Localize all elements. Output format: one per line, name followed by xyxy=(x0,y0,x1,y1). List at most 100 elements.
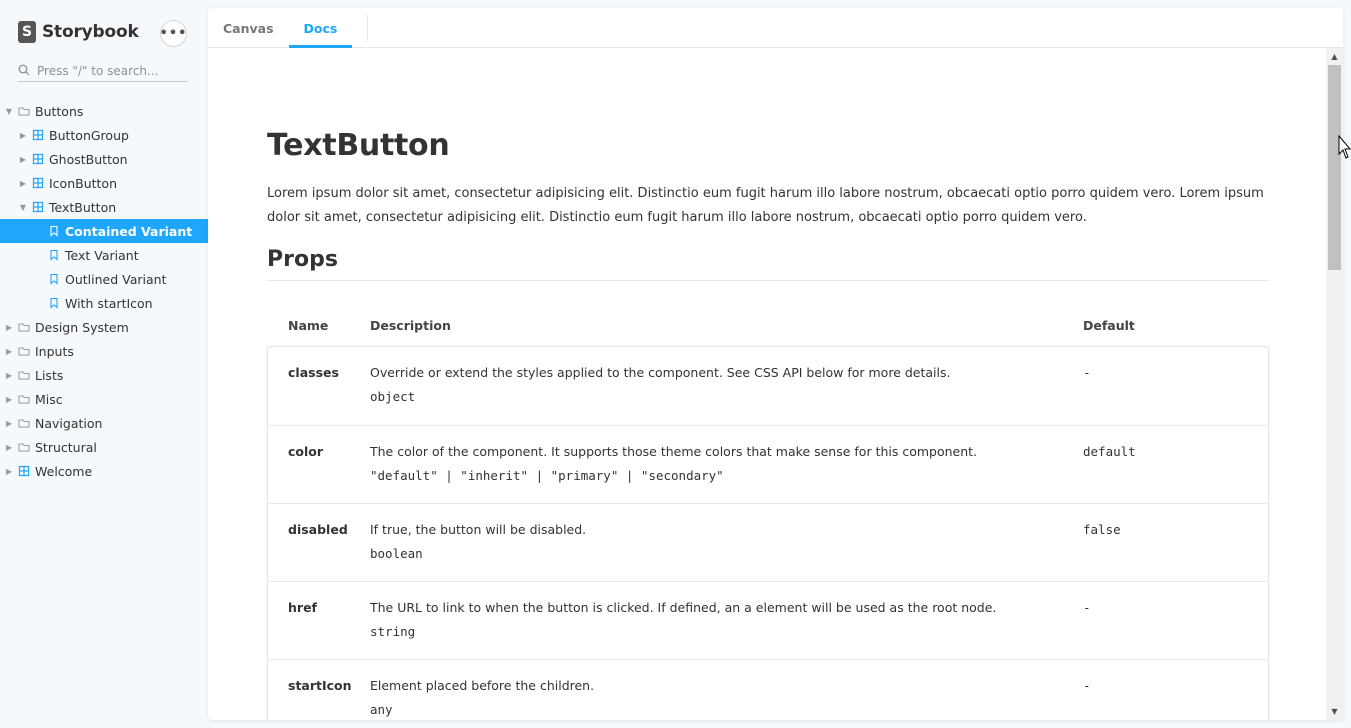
tab-divider xyxy=(367,15,369,41)
sidebar-item-structural[interactable]: ▶ Structural xyxy=(0,435,208,459)
prop-description: The URL to link to when the button is cl… xyxy=(370,600,997,615)
sidebar-item-label: Buttons xyxy=(35,103,84,119)
prop-default: - xyxy=(1083,365,1091,380)
bookmark-icon xyxy=(50,273,58,285)
prop-type: object xyxy=(370,389,416,404)
table-row: classes Override or extend the styles app… xyxy=(268,347,1268,425)
search-icon xyxy=(18,64,30,75)
sidebar-item-design-system[interactable]: ▶ Design System xyxy=(0,315,208,339)
column-header-name: Name xyxy=(288,318,329,333)
story-tree: ▼ Buttons ▶ ButtonGroup ▶ GhostButton ▶ IconBut… xyxy=(0,99,208,483)
folder-icon xyxy=(18,395,30,404)
tab-canvas[interactable]: Canvas xyxy=(208,8,289,48)
storybook-logo-icon: S xyxy=(18,21,36,43)
sidebar-item-textbutton[interactable]: ▼ TextButton xyxy=(0,195,208,219)
sidebar-item-buttongroup[interactable]: ▶ ButtonGroup xyxy=(0,123,208,147)
chevron-right-icon: ▶ xyxy=(5,346,13,356)
prop-name: startIcon xyxy=(288,678,352,693)
props-heading: Props xyxy=(267,247,1269,281)
sidebar-item-label: Contained Variant xyxy=(65,223,193,239)
component-icon xyxy=(32,129,44,141)
prop-default: false xyxy=(1083,522,1121,537)
sidebar-item-label: Lists xyxy=(35,367,64,383)
chevron-right-icon: ▶ xyxy=(5,418,13,428)
sidebar-item-label: GhostButton xyxy=(49,151,128,167)
more-options-button[interactable]: ••• xyxy=(160,20,187,47)
chevron-right-icon: ▶ xyxy=(19,130,27,140)
chevron-down-icon: ▼ xyxy=(5,106,13,116)
prop-default: - xyxy=(1083,678,1091,693)
mouse-cursor-icon xyxy=(1338,135,1351,159)
prop-description: Override or extend the styles applied to… xyxy=(370,365,951,380)
search-bar xyxy=(18,60,188,82)
folder-icon xyxy=(18,443,30,452)
scrollbar-thumb[interactable] xyxy=(1328,65,1341,270)
sidebar-item-label: Misc xyxy=(35,391,63,407)
scroll-down-arrow-icon[interactable]: ▼ xyxy=(1326,703,1343,720)
panel-tabs: Canvas Docs xyxy=(208,8,1343,48)
sidebar-item-label: Navigation xyxy=(35,415,103,431)
sidebar-item-ghostbutton[interactable]: ▶ GhostButton xyxy=(0,147,208,171)
sidebar-item-label: IconButton xyxy=(49,175,117,191)
sidebar-item-buttons[interactable]: ▼ Buttons xyxy=(0,99,208,123)
ellipsis-icon: ••• xyxy=(159,26,188,41)
bookmark-icon xyxy=(50,249,58,261)
sidebar-item-misc[interactable]: ▶ Misc xyxy=(0,387,208,411)
sidebar-item-label: Structural xyxy=(35,439,97,455)
folder-icon xyxy=(18,107,30,116)
prop-default: - xyxy=(1083,600,1091,615)
chevron-right-icon: ▶ xyxy=(5,442,13,452)
bookmark-icon xyxy=(50,297,58,309)
page-title: TextButton xyxy=(267,128,450,163)
scroll-up-arrow-icon[interactable]: ▲ xyxy=(1326,48,1343,65)
sidebar-item-inputs[interactable]: ▶ Inputs xyxy=(0,339,208,363)
prop-name: classes xyxy=(288,365,339,380)
sidebar-item-lists[interactable]: ▶ Lists xyxy=(0,363,208,387)
chevron-right-icon: ▶ xyxy=(5,322,13,332)
tab-docs[interactable]: Docs xyxy=(288,8,353,48)
sidebar-item-label: TextButton xyxy=(49,199,117,215)
prop-name: color xyxy=(288,444,324,459)
chevron-right-icon: ▶ xyxy=(5,466,13,476)
prop-type: boolean xyxy=(370,546,423,561)
folder-icon xyxy=(18,323,30,332)
folder-icon xyxy=(18,371,30,380)
chevron-right-icon: ▶ xyxy=(5,394,13,404)
props-table-header: Name Description Default xyxy=(267,318,1269,338)
sidebar-item-text-variant[interactable]: Text Variant xyxy=(0,243,208,267)
sidebar-item-label: Welcome xyxy=(35,463,93,479)
prop-default: default xyxy=(1083,444,1136,459)
sidebar-item-outlined-variant[interactable]: Outlined Variant xyxy=(0,267,208,291)
prop-description: If true, the button will be disabled. xyxy=(370,522,587,537)
table-row: disabled If true, the button will be disa… xyxy=(268,503,1268,581)
component-icon xyxy=(18,465,30,477)
prop-name: href xyxy=(288,600,317,615)
sidebar-item-navigation[interactable]: ▶ Navigation xyxy=(0,411,208,435)
sidebar-item-with-starticon[interactable]: With startIcon xyxy=(0,291,208,315)
sidebar-item-label: Outlined Variant xyxy=(65,271,167,287)
component-icon xyxy=(32,201,44,213)
brand[interactable]: S Storybook xyxy=(18,20,139,44)
chevron-right-icon: ▶ xyxy=(5,370,13,380)
folder-icon xyxy=(18,347,30,356)
sidebar-item-label: Inputs xyxy=(35,343,74,359)
prop-type: "default" | "inherit" | "primary" | "sec… xyxy=(370,468,724,483)
sidebar-item-label: Text Variant xyxy=(65,247,139,263)
sidebar-item-welcome[interactable]: ▶ Welcome xyxy=(0,459,208,483)
table-row: color The color of the component. It supp… xyxy=(268,425,1268,503)
table-row: href The URL to link to when the button i… xyxy=(268,581,1268,659)
chevron-right-icon: ▶ xyxy=(19,154,27,164)
search-input[interactable] xyxy=(37,63,182,78)
folder-icon xyxy=(18,419,30,428)
component-icon xyxy=(32,177,44,189)
column-header-default: Default xyxy=(1083,318,1135,333)
component-icon xyxy=(32,153,44,165)
prop-description: The color of the component. It supports … xyxy=(370,444,978,459)
sidebar-item-label: ButtonGroup xyxy=(49,127,129,143)
prop-name: disabled xyxy=(288,522,348,537)
prop-type: string xyxy=(370,624,416,639)
column-header-description: Description xyxy=(370,318,451,333)
sidebar-item-contained-variant[interactable]: Contained Variant xyxy=(0,219,208,243)
sidebar-item-iconbutton[interactable]: ▶ IconButton xyxy=(0,171,208,195)
bookmark-icon xyxy=(50,225,58,237)
